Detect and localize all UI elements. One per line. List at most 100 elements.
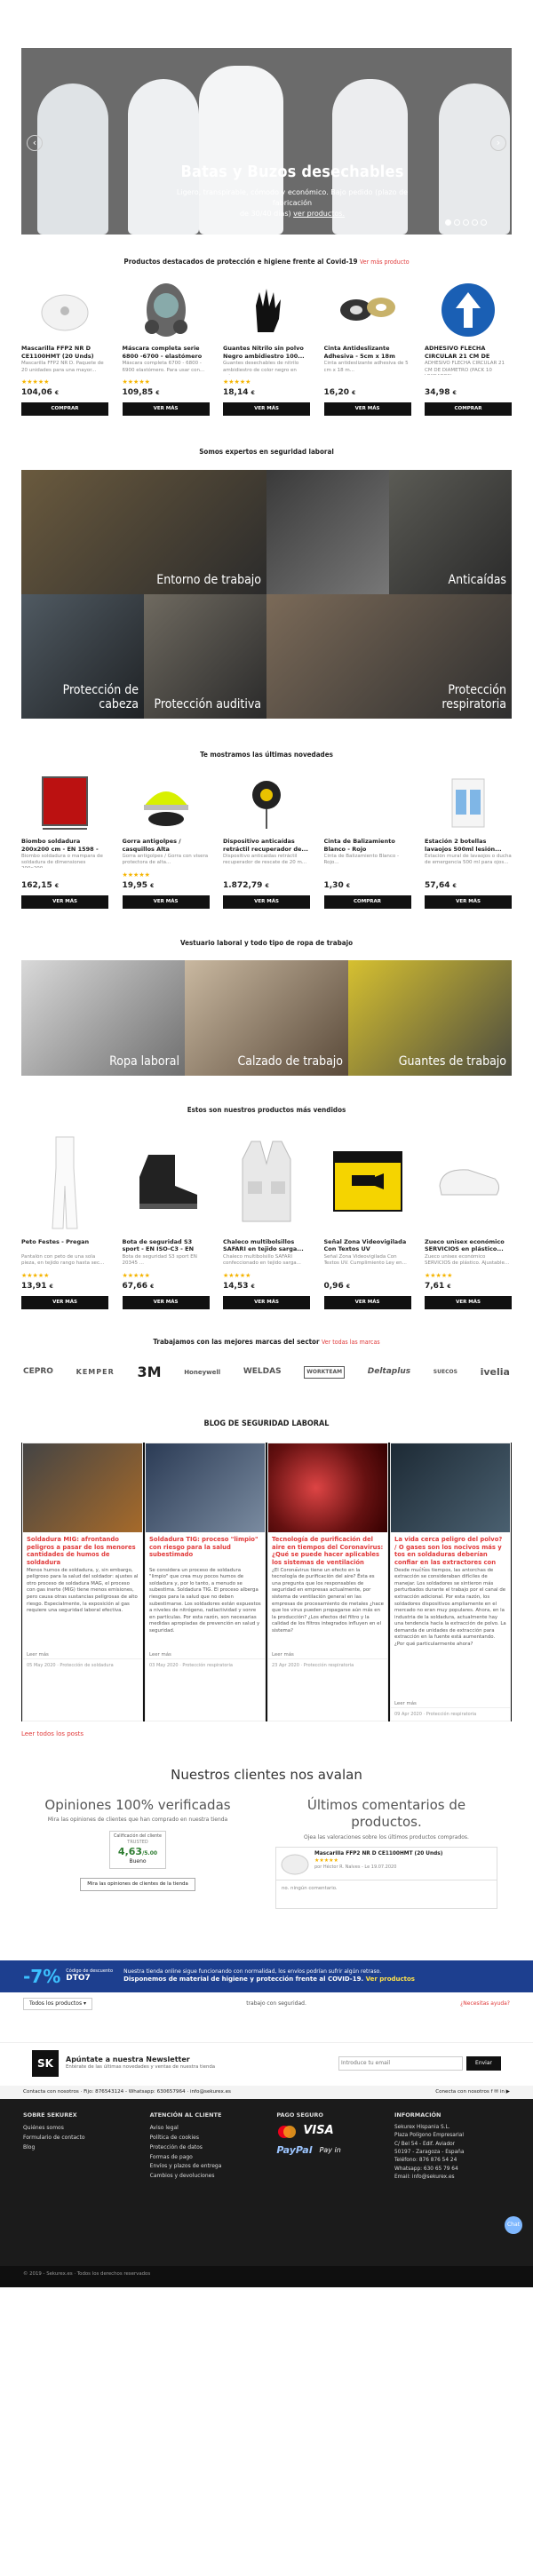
footer-link[interactable]: Protección de datos: [150, 2143, 257, 2153]
product-name[interactable]: Dispositivo anticaídas retráctil recuper…: [223, 838, 310, 854]
trusted-badge[interactable]: Calificación del cliente TRUSTED 4,63/5.…: [109, 1831, 166, 1870]
hero-link[interactable]: ver productos.: [293, 210, 345, 218]
brand-logo[interactable]: KEMPER: [76, 1368, 115, 1377]
product-name[interactable]: Biombo soldadura 200x200 cm - EN 1598 - …: [21, 838, 108, 854]
blog-post[interactable]: Soldadura TIG: proceso "limpio" con ries…: [145, 1442, 266, 1722]
product-name[interactable]: Mascarilla FFP2 NR D CE1100HMT (20 Unds): [21, 345, 108, 361]
brand-logo[interactable]: ivelia: [481, 1366, 510, 1379]
product-card[interactable]: Cinta de Balizamiento Blanco - Rojo Cint…: [323, 772, 411, 910]
product-more-button[interactable]: VER MÁS: [223, 1295, 310, 1309]
product-name[interactable]: Zueco unisex económico SERVICIOS en plás…: [425, 1238, 512, 1254]
product-more-button[interactable]: VER MÁS: [122, 402, 210, 417]
blog-all-link[interactable]: Leer todos los posts: [21, 1730, 84, 1737]
product-card[interactable]: Peto Festes - Pregan Pantalón con peto d…: [21, 1128, 108, 1309]
product-card[interactable]: Chaleco multibolsillos SAFARI en tejido …: [223, 1128, 310, 1309]
footer-link[interactable]: Aviso legal: [150, 2124, 257, 2134]
product-buy-button[interactable]: COMPRAR: [21, 402, 108, 417]
newsletter-email-input[interactable]: [338, 2055, 464, 2071]
product-name[interactable]: Peto Festes - Pregan: [21, 1238, 108, 1254]
category-guantes[interactable]: Guantes de trabajo: [348, 960, 512, 1077]
product-more-button[interactable]: VER MÁS: [21, 894, 108, 910]
help-link[interactable]: ¿Necesitas ayuda?: [460, 2000, 510, 2008]
post-title[interactable]: Tecnología de purificación del aire en t…: [268, 1532, 387, 1568]
product-card[interactable]: Máscara completa serie 6800 -6700 - elas…: [122, 279, 210, 417]
category-auditiva[interactable]: Protección auditiva: [144, 593, 266, 719]
read-more-link[interactable]: Leer más: [23, 1652, 142, 1658]
product-name[interactable]: Cinta Antideslizante Adhesiva - 5cm x 18…: [324, 345, 411, 361]
read-more-link[interactable]: Leer más: [268, 1652, 387, 1658]
brand-logo[interactable]: Honeywell: [184, 1369, 220, 1377]
category-entorno[interactable]: Entorno de trabajo: [21, 469, 266, 594]
footer-link[interactable]: Formulario de contacto: [23, 2134, 130, 2143]
footer-link[interactable]: Blog: [23, 2143, 130, 2153]
covid-more-link[interactable]: Ver más producto: [360, 258, 410, 266]
product-card[interactable]: Guantes Nitrilo sin polvo Negro ambidies…: [223, 279, 310, 417]
product-card[interactable]: Mascarilla FFP2 NR D CE1100HMT (20 Unds)…: [21, 279, 108, 417]
product-name[interactable]: Chaleco multibolsillos SAFARI en tejido …: [223, 1238, 310, 1254]
product-card[interactable]: Dispositivo anticaídas retráctil recuper…: [223, 772, 310, 910]
product-card[interactable]: Estación 2 botellas lavaojos 500ml lesió…: [425, 772, 512, 910]
review-card[interactable]: Mascarilla FFP2 NR D CE1100HMT (20 Unds)…: [275, 1846, 497, 1880]
category-respiratoria[interactable]: Protección respiratoria: [266, 593, 512, 719]
product-more-button[interactable]: VER MÁS: [223, 402, 310, 417]
post-title[interactable]: Soldadura MIG: afrontando peligros a pas…: [23, 1532, 142, 1568]
brand-logo[interactable]: Deltaplus: [368, 1367, 410, 1378]
post-title[interactable]: Soldadura TIG: proceso "limpio" con ries…: [146, 1532, 265, 1568]
chat-button[interactable]: Chat: [505, 2215, 522, 2234]
product-name[interactable]: Máscara completa serie 6800 -6700 - elas…: [123, 345, 210, 361]
product-more-button[interactable]: VER MÁS: [425, 894, 512, 910]
product-card[interactable]: Zueco unisex económico SERVICIOS en plás…: [425, 1128, 512, 1309]
blog-post[interactable]: La vida cerca peligro del polvo? / O gas…: [390, 1442, 511, 1722]
product-name[interactable]: Señal Zona Videovigilada Con Textos UV: [324, 1238, 411, 1254]
brand-logo[interactable]: WELDAS: [243, 1367, 282, 1378]
product-more-button[interactable]: VER MÁS: [223, 894, 310, 910]
product-more-button[interactable]: VER MÁS: [323, 1295, 411, 1309]
product-more-button[interactable]: VER MÁS: [21, 1295, 108, 1309]
brand-logo[interactable]: WORKTEAM: [304, 1366, 346, 1379]
product-more-button[interactable]: VER MÁS: [425, 1295, 512, 1309]
product-card[interactable]: Cinta Antideslizante Adhesiva - 5cm x 18…: [323, 279, 411, 417]
slider-dot[interactable]: [463, 219, 469, 226]
product-card[interactable]: ADHESIVO FLECHA CIRCULAR 21 CM DE DIAMET…: [425, 279, 512, 417]
product-more-button[interactable]: VER MÁS: [122, 1295, 210, 1309]
category-calzado[interactable]: Calzado de trabajo: [185, 960, 348, 1077]
category-cabeza[interactable]: Protección de cabeza: [21, 593, 144, 719]
banner-link[interactable]: Ver productos: [366, 1976, 415, 1983]
review-product[interactable]: Mascarilla FFP2 NR D CE1100HMT (20 Unds): [314, 1851, 442, 1858]
brand-logo[interactable]: SUECOS: [434, 1369, 457, 1376]
product-name[interactable]: ADHESIVO FLECHA CIRCULAR 21 CM DE DIAMET…: [425, 345, 512, 361]
footer-link[interactable]: Formas de pago: [150, 2153, 257, 2163]
product-more-button[interactable]: VER MÁS: [323, 402, 411, 417]
marcas-link[interactable]: Ver todas las marcas: [322, 1339, 380, 1346]
slider-dot[interactable]: [472, 219, 478, 226]
read-more-link[interactable]: Leer más: [146, 1652, 265, 1658]
blog-post[interactable]: Tecnología de purificación del aire en t…: [267, 1442, 388, 1722]
brand-logo[interactable]: 3M: [137, 1364, 161, 1382]
product-name[interactable]: Bota de seguridad S3 sport - EN ISO-C3 -…: [123, 1238, 210, 1254]
prev-slide-button[interactable]: ‹: [27, 135, 43, 151]
product-card[interactable]: Bota de seguridad S3 sport - EN ISO-C3 -…: [122, 1128, 210, 1309]
footer-link[interactable]: Cambios y devoluciones: [150, 2172, 257, 2182]
product-name[interactable]: Gorra antigolpes / casquillos Alta Visib…: [123, 838, 210, 854]
brand-logo[interactable]: CEPRO: [23, 1367, 53, 1378]
product-buy-button[interactable]: COMPRAR: [323, 894, 411, 910]
social-icons[interactable]: f ✉ in ▶: [491, 2089, 510, 2095]
slider-dot[interactable]: [454, 219, 460, 226]
slider-dot[interactable]: [481, 219, 487, 226]
next-slide-button[interactable]: ›: [490, 135, 506, 151]
product-name[interactable]: Cinta de Balizamiento Blanco - Rojo: [324, 838, 411, 854]
category-anticaidas[interactable]: Anticaídas: [389, 469, 512, 594]
blog-post[interactable]: Soldadura MIG: afrontando peligros a pas…: [22, 1442, 143, 1722]
category-ropa[interactable]: Ropa laboral: [21, 960, 185, 1077]
footer-link[interactable]: Quiénes somos: [23, 2124, 130, 2134]
newsletter-submit-button[interactable]: Enviar: [466, 2055, 501, 2071]
all-products-dropdown[interactable]: Todos los productos ▾: [23, 1997, 92, 2010]
product-card[interactable]: Biombo soldadura 200x200 cm - EN 1598 - …: [21, 772, 108, 910]
slider-dot[interactable]: [445, 219, 451, 226]
read-more-link[interactable]: Leer más: [391, 1701, 510, 1707]
product-card[interactable]: Señal Zona Videovigilada Con Textos UV S…: [323, 1128, 411, 1309]
store-reviews-button[interactable]: Mira las opiniones de clientes de la tie…: [80, 1878, 195, 1892]
product-card[interactable]: Gorra antigolpes / casquillos Alta Visib…: [122, 772, 210, 910]
footer-link[interactable]: Envíos y plazos de entrega: [150, 2162, 257, 2172]
footer-link[interactable]: Política de cookies: [150, 2134, 257, 2143]
